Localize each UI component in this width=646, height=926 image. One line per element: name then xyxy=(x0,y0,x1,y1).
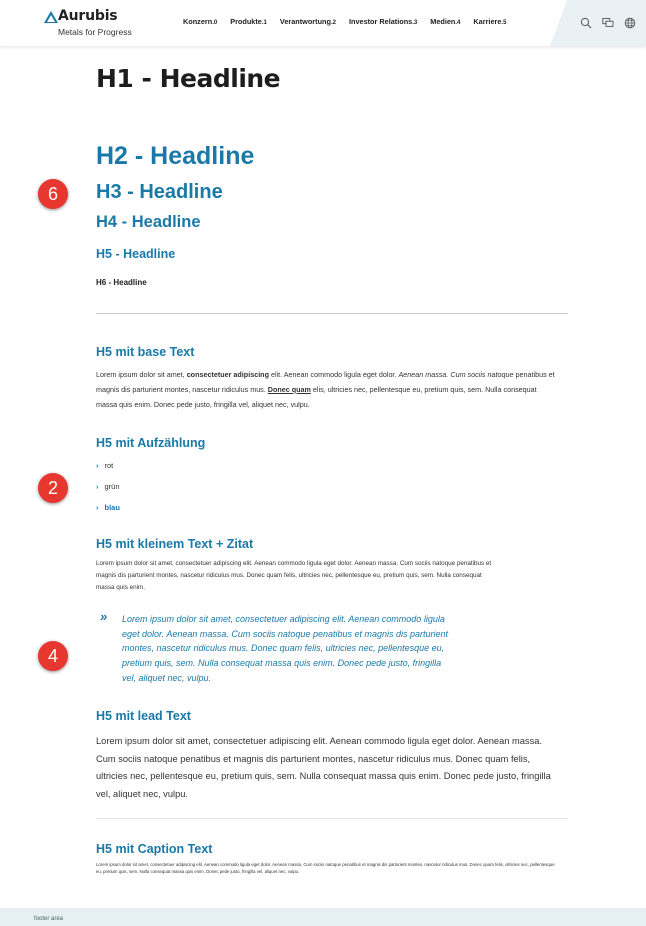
small-text: Lorem ipsum dolor sit amet, consectetuer… xyxy=(96,560,492,591)
annotation-badge: 4 xyxy=(38,641,68,671)
section-title-list: H5 mit Aufzählung xyxy=(96,436,206,450)
logo-tagline: Metals for Progress xyxy=(58,27,132,37)
chat-icon[interactable] xyxy=(602,17,614,29)
nav-item-medien[interactable]: Medien.4 xyxy=(430,17,460,26)
annotation-badge: 6 xyxy=(38,179,68,209)
chevron-right-icon: › xyxy=(96,482,99,491)
h2-headline: H2 - Headline xyxy=(96,142,255,170)
logo-triangle-icon xyxy=(44,11,58,23)
site-header: Aurubis Metals for Progress Konzern.0 Pr… xyxy=(0,0,646,46)
section-title-base: H5 mit base Text xyxy=(96,345,195,359)
inline-link[interactable]: Donec quam xyxy=(268,385,311,394)
globe-icon[interactable] xyxy=(624,17,636,29)
h5-headline: H5 - Headline xyxy=(96,247,176,261)
nav-item-konzern[interactable]: Konzern.0 xyxy=(183,17,217,26)
chevron-right-icon: › xyxy=(96,503,99,512)
footer: footer area xyxy=(0,908,646,926)
quote-text: Lorem ipsum dolor sit amet, consectetuer… xyxy=(122,614,449,683)
chevron-right-icon: › xyxy=(96,461,99,470)
h1-headline: H1 - Headline xyxy=(96,64,281,93)
base-text: Lorem ipsum dolor sit amet, consectetuer… xyxy=(96,370,555,409)
h4-headline: H4 - Headline xyxy=(96,213,201,231)
lead-text: Lorem ipsum dolor sit amet, consectetuer… xyxy=(96,736,551,799)
footer-label: footer area xyxy=(34,916,64,922)
h6-headline: H6 - Headline xyxy=(96,278,147,287)
divider xyxy=(96,818,568,819)
caption-text: Lorem ipsum dolor sit amet, consectetuer… xyxy=(96,862,555,874)
divider xyxy=(96,313,568,314)
header-tools xyxy=(550,0,646,46)
list-item: › rot xyxy=(96,461,114,470)
list-item: › blau xyxy=(96,503,120,512)
aurubis-logo[interactable]: Aurubis Metals for Progress xyxy=(44,8,134,39)
section-title-caption: H5 mit Caption Text xyxy=(96,842,213,856)
nav-item-karriere[interactable]: Karriere.5 xyxy=(473,17,506,26)
nav-item-verantwortung[interactable]: Verantwortung.2 xyxy=(280,17,336,26)
nav-item-produkte[interactable]: Produkte.1 xyxy=(230,17,267,26)
quote-mark-icon: » xyxy=(100,609,108,624)
section-title-lead: H5 mit lead Text xyxy=(96,709,191,723)
search-icon[interactable] xyxy=(580,17,592,29)
main-nav: Konzern.0 Produkte.1 Verantwortung.2 Inv… xyxy=(183,17,519,26)
h3-headline: H3 - Headline xyxy=(96,181,223,203)
list-item: › grün xyxy=(96,482,120,491)
section-title-quote: H5 mit kleinem Text + Zitat xyxy=(96,537,254,551)
annotation-badge: 2 xyxy=(38,473,68,503)
nav-item-investor-relations[interactable]: Investor Relations.3 xyxy=(349,17,417,26)
logo-name: Aurubis xyxy=(58,8,118,24)
bullet-list: › rot › grün › blau xyxy=(96,461,120,524)
